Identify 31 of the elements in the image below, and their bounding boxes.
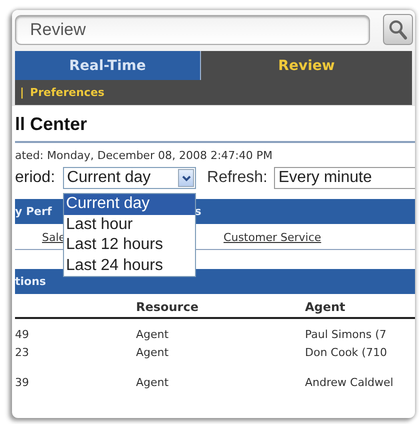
section-title: y Perf	[15, 205, 52, 218]
separator: |	[20, 86, 24, 99]
chevron-down-icon	[182, 174, 191, 182]
period-label: eriod:	[15, 169, 56, 187]
table-cell-text: 23	[15, 346, 30, 359]
column-header: Agent	[305, 300, 346, 314]
tab[interactable]: Review	[201, 51, 412, 80]
table-cell-text: Andrew Caldwel	[305, 376, 394, 389]
table-cell-text: Don Cook (710	[305, 346, 388, 359]
table-cell-text: 49	[15, 328, 30, 341]
table-cell-text: Agent	[136, 346, 170, 359]
refresh-select[interactable]: Every minute	[274, 167, 415, 189]
table-cell-text: Agent	[136, 376, 170, 389]
preferences-link[interactable]: Preferences	[30, 86, 104, 99]
last-updated-text: ated: Monday, December 08, 2008 2:47:40 PM	[15, 148, 274, 164]
category-link[interactable]: Customer Service	[224, 231, 322, 249]
dropdown-option[interactable]: Last 12 hours	[64, 235, 196, 256]
search-field[interactable]: Review	[15, 14, 370, 44]
column-header: Resource	[136, 300, 200, 314]
table-cell-text: 39	[15, 376, 30, 389]
dropdown-option[interactable]: Current day	[64, 194, 196, 214]
section-title: tions	[15, 275, 46, 288]
dropdown-option[interactable]: Last 24 hours	[64, 256, 196, 276]
search-button[interactable]	[383, 14, 413, 45]
tab[interactable]: Real-Time	[15, 51, 201, 80]
table-cell-text: Paul Simons (7	[305, 328, 388, 341]
dropdown-option[interactable]: Last hour	[64, 214, 196, 235]
page-title: ll Center	[15, 106, 415, 143]
search-icon	[389, 20, 407, 40]
table-cell-text: Agent	[136, 328, 170, 341]
refresh-label: Refresh:	[207, 169, 268, 187]
